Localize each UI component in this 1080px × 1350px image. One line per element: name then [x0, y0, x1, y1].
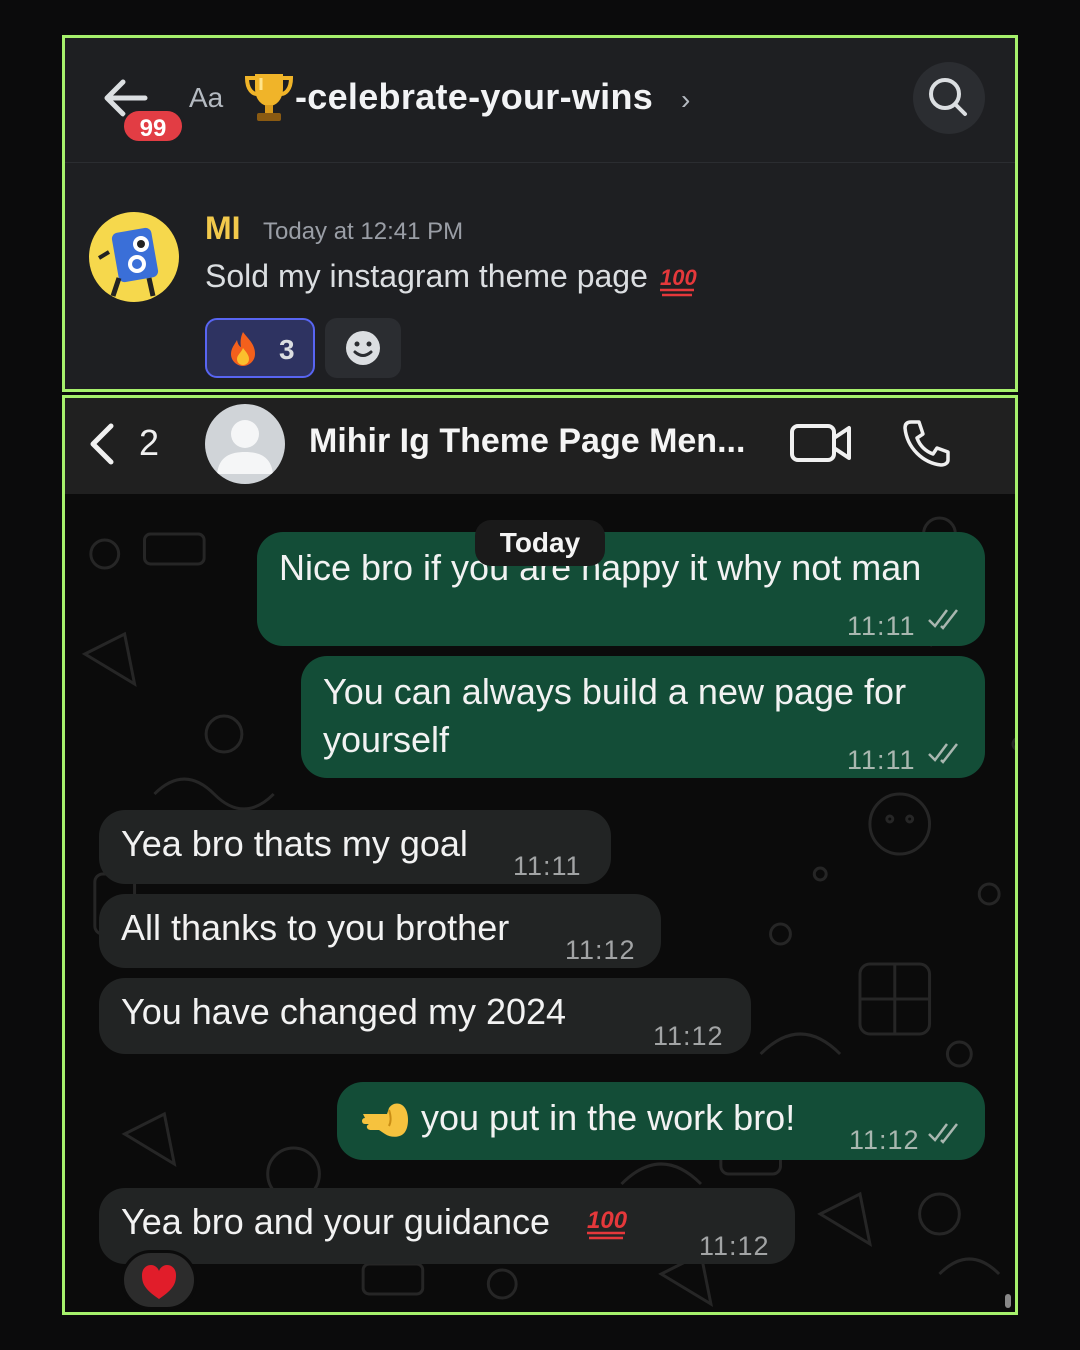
message-author[interactable]: MI: [205, 210, 241, 247]
message-time: 11:11: [513, 851, 582, 881]
default-avatar-icon: [217, 420, 273, 474]
message-time: 11:11: [847, 611, 916, 641]
message-text: You have changed my 2024: [121, 991, 567, 1032]
incoming-message[interactable]: Yea bro and your guidance 100 11:12: [99, 1188, 795, 1264]
svg-text:100: 100: [660, 265, 697, 290]
discord-header: 99 Aa -celebrate-your-wins ›: [65, 38, 1015, 163]
search-button[interactable]: [913, 62, 985, 134]
read-receipt-icon: [928, 743, 958, 764]
scrollbar[interactable]: [1005, 1294, 1011, 1308]
whatsapp-panel: 2 Mihir Ig Theme Page Men... Today Nice …: [62, 395, 1018, 1315]
outgoing-message[interactable]: Nice bro if you are happy it why not man…: [257, 532, 985, 646]
channel-chevron[interactable]: ›: [681, 84, 690, 116]
incoming-message[interactable]: Yea bro thats my goal 11:11: [99, 810, 611, 884]
hundred-points-icon: 100: [659, 265, 697, 296]
red-heart-icon: [142, 1265, 176, 1299]
message-timestamp: Today at 12:41 PM: [263, 218, 464, 245]
outgoing-message[interactable]: You can always build a new page for your…: [301, 656, 985, 778]
incoming-message[interactable]: All thanks to you brother 11:12: [99, 894, 661, 968]
avatar[interactable]: [89, 212, 179, 302]
date-chip: Today: [475, 520, 605, 566]
contact-avatar[interactable]: [205, 404, 285, 484]
read-receipt-icon: [928, 609, 958, 630]
read-receipt-icon: [928, 1123, 958, 1144]
message-time: 11:12: [565, 935, 636, 965]
back-unread-count[interactable]: 2: [139, 422, 159, 464]
hundred-points-icon: 100: [587, 1207, 628, 1240]
outgoing-message[interactable]: you put in the work bro! 11:12: [337, 1082, 985, 1160]
chat-header: 2 Mihir Ig Theme Page Men...: [65, 398, 1015, 494]
message-text: Sold my instagram theme page 100: [205, 258, 698, 299]
message-text: Yea bro and your guidance: [121, 1201, 551, 1242]
svg-text:100: 100: [587, 1207, 628, 1234]
phone-call-icon[interactable]: [901, 418, 951, 468]
message-time: 11:12: [653, 1021, 724, 1051]
search-icon: [929, 78, 967, 116]
fire-icon: [231, 332, 255, 366]
add-reaction-icon: [346, 331, 380, 365]
trophy-icon: [245, 74, 293, 121]
message-time: 11:11: [847, 745, 916, 775]
video-call-icon[interactable]: [789, 420, 853, 466]
message-text: All thanks to you brother: [121, 907, 510, 948]
heart-reaction[interactable]: [121, 1250, 197, 1310]
message-time: 11:12: [849, 1125, 920, 1155]
pointing-left-icon: [362, 1103, 408, 1137]
message-text: you put in the work bro!: [421, 1097, 796, 1138]
channel-name[interactable]: -celebrate-your-wins: [295, 76, 653, 118]
incoming-message[interactable]: You have changed my 2024 11:12: [99, 978, 751, 1054]
discord-panel: 99 Aa -celebrate-your-wins › MI Today at…: [62, 35, 1018, 392]
message-body: Sold my instagram theme page: [205, 258, 648, 294]
reaction-count: 3: [279, 334, 295, 365]
message-text: Yea bro thats my goal: [121, 823, 468, 864]
fire-reaction-button[interactable]: 3: [205, 318, 315, 378]
text-size-label[interactable]: Aa: [189, 82, 223, 114]
chevron-left-icon[interactable]: [87, 422, 117, 466]
contact-name[interactable]: Mihir Ig Theme Page Men...: [309, 422, 745, 461]
unread-badge: 99: [121, 108, 185, 144]
message-time: 11:12: [699, 1231, 770, 1261]
avatar-robot-icon: [97, 227, 159, 297]
add-reaction-button[interactable]: [325, 318, 401, 378]
